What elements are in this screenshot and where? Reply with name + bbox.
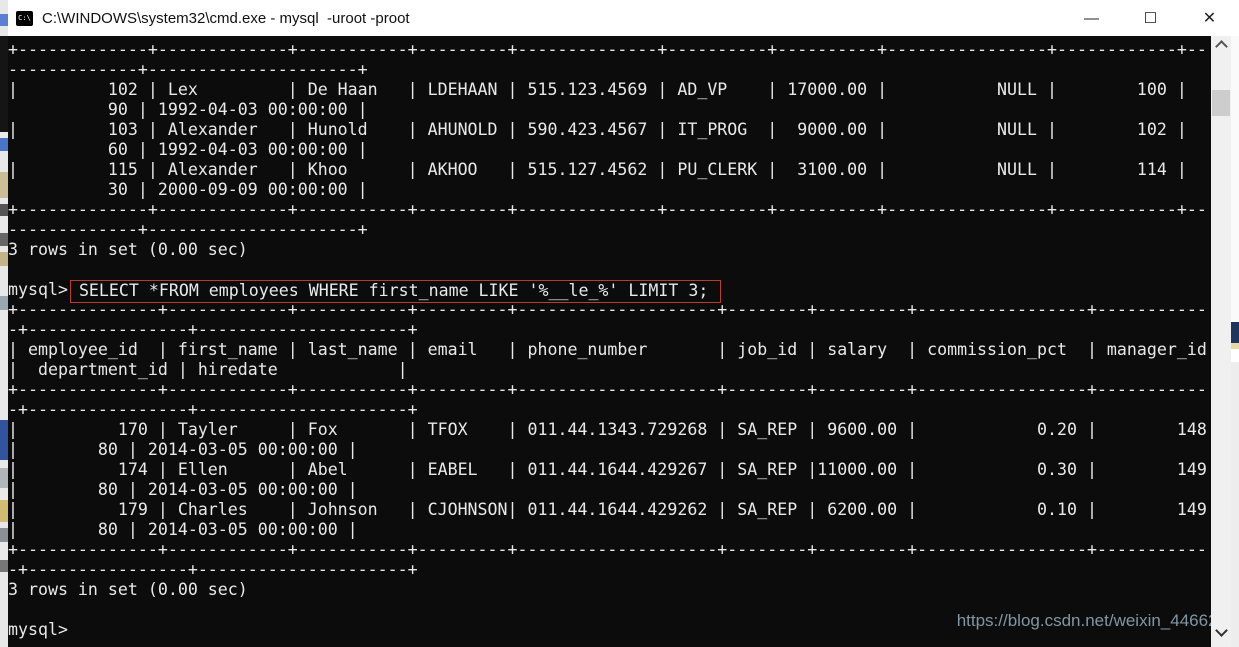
maximize-button[interactable]: ☐ xyxy=(1121,0,1180,36)
terminal-line: -------------+---------------------+ xyxy=(8,220,368,239)
terminal-line: -------------+---------------------+ xyxy=(8,60,368,79)
terminal-line: | 170 | Tayler | Fox | TFOX | 011.44.134… xyxy=(8,420,1207,439)
terminal-line: -+----------------+---------------------… xyxy=(8,400,418,419)
terminal-line: | 102 | Lex | De Haan | LDEHAAN | 515.12… xyxy=(8,80,1207,99)
background-window-right-sliver xyxy=(1231,0,1239,647)
watermark-url: https://blog.csdn.net/weixin_446629 xyxy=(956,611,1227,630)
terminal-line: 60 | 1992-04-03 00:00:00 | xyxy=(8,140,368,159)
vertical-scrollbar[interactable] xyxy=(1211,36,1231,647)
minimize-button[interactable]: — xyxy=(1062,0,1121,36)
mysql-prompt: mysql> xyxy=(8,280,78,299)
terminal-line: +-------------+-------------+-----------… xyxy=(8,40,1207,59)
terminal-line: mysql> SELECT *FROM employees WHERE firs… xyxy=(8,280,1211,303)
chevron-down-icon[interactable] xyxy=(1211,624,1231,641)
scrollbar-thumb[interactable] xyxy=(1212,90,1230,116)
terminal-line: 3 rows in set (0.00 sec) xyxy=(8,580,248,599)
terminal-line: | department_id | hiredate | xyxy=(8,360,408,379)
terminal-line: 3 rows in set (0.00 sec) xyxy=(8,240,248,259)
terminal-output[interactable]: +-------------+-------------+-----------… xyxy=(8,36,1211,647)
terminal-line: 90 | 1992-04-03 00:00:00 | xyxy=(8,100,368,119)
terminal-line: 30 | 2000-09-09 00:00:00 | xyxy=(8,180,368,199)
terminal-line: | 80 | 2014-03-05 00:00:00 | xyxy=(8,480,358,499)
terminal-line: | employee_id | first_name | last_name |… xyxy=(8,340,1207,359)
terminal-line: | 103 | Alexander | Hunold | AHUNOLD | 5… xyxy=(8,120,1207,139)
cmd-icon: C:\ xyxy=(16,10,33,26)
terminal-line: -+----------------+---------------------… xyxy=(8,560,418,579)
cmd-window: C:\ C:\WINDOWS\system32\cmd.exe - mysql … xyxy=(0,0,1239,647)
chevron-up-icon[interactable] xyxy=(1211,36,1231,53)
terminal-line: -+----------------+---------------------… xyxy=(8,320,418,339)
terminal-line: +--------------+------------+-----------… xyxy=(8,300,1207,319)
window-title: C:\WINDOWS\system32\cmd.exe - mysql -uro… xyxy=(42,9,410,27)
terminal-line: +--------------+------------+-----------… xyxy=(8,380,1207,399)
terminal-line: | 179 | Charles | Johnson | CJOHNSON| 01… xyxy=(8,500,1207,519)
terminal-line: | 80 | 2014-03-05 00:00:00 | xyxy=(8,440,358,459)
terminal-line: | 80 | 2014-03-05 00:00:00 | xyxy=(8,520,358,539)
terminal-line: +-------------+-------------+-----------… xyxy=(8,200,1207,219)
terminal-line: | 115 | Alexander | Khoo | AKHOO | 515.1… xyxy=(8,160,1207,179)
terminal-line: +--------------+------------+-----------… xyxy=(8,540,1207,559)
close-button[interactable]: ✕ xyxy=(1180,0,1239,36)
terminal-line: | 174 | Ellen | Abel | EABEL | 011.44.16… xyxy=(8,460,1207,479)
background-window-left-sliver xyxy=(0,0,8,647)
title-bar[interactable]: C:\ C:\WINDOWS\system32\cmd.exe - mysql … xyxy=(8,0,1239,36)
